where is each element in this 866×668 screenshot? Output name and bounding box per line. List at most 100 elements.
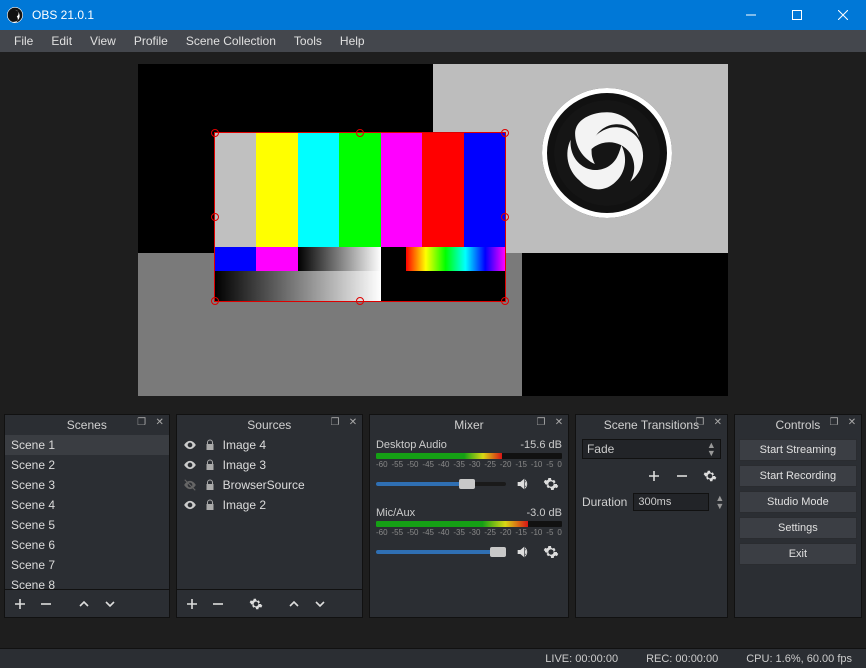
source-move-down-button[interactable]	[309, 593, 331, 615]
scene-item[interactable]: Scene 6	[5, 535, 169, 555]
mixer-channel-db: -15.6 dB	[520, 439, 562, 451]
source-remove-button[interactable]	[207, 593, 229, 615]
docks: Scenes ❐✕ Scene 1Scene 2Scene 3Scene 4Sc…	[0, 408, 866, 618]
panel-close-icon[interactable]: ✕	[845, 417, 859, 428]
mixer-mute-button[interactable]	[512, 473, 534, 495]
menu-tools[interactable]: Tools	[286, 32, 330, 50]
visibility-toggle-icon[interactable]	[183, 478, 197, 492]
studio-mode-button[interactable]: Studio Mode	[739, 491, 857, 513]
exit-button[interactable]: Exit	[739, 543, 857, 565]
start-recording-button[interactable]: Start Recording	[739, 465, 857, 487]
transition-remove-button[interactable]	[671, 465, 693, 487]
scene-item[interactable]: Scene 7	[5, 555, 169, 575]
panel-popout-icon[interactable]: ❐	[693, 417, 707, 428]
window-minimize-button[interactable]	[728, 0, 774, 30]
preview-canvas[interactable]	[138, 64, 728, 396]
selection-handle[interactable]	[501, 129, 509, 137]
mixer-settings-button[interactable]	[540, 473, 562, 495]
scenes-panel: Scenes ❐✕ Scene 1Scene 2Scene 3Scene 4Sc…	[4, 414, 170, 618]
mixer-channel-name: Desktop Audio	[376, 439, 447, 451]
panel-close-icon[interactable]: ✕	[711, 417, 725, 428]
menu-file[interactable]: File	[6, 32, 41, 50]
panel-close-icon[interactable]: ✕	[346, 417, 360, 428]
mixer-channel-db: -3.0 dB	[527, 507, 562, 519]
transitions-title: Scene Transitions	[604, 418, 699, 432]
scene-item[interactable]: Scene 2	[5, 455, 169, 475]
dropdown-icon: ▲▼	[707, 441, 716, 457]
mixer-ticks: -60-55-50-45-40-35-30-25-20-15-10-50	[376, 528, 562, 537]
status-rec: REC: 00:00:00	[646, 653, 718, 665]
transition-properties-button[interactable]	[699, 465, 721, 487]
transition-duration-input[interactable]	[633, 493, 709, 511]
sources-list[interactable]: Image 4Image 3BrowserSourceImage 2	[177, 435, 362, 589]
panel-popout-icon[interactable]: ❐	[534, 417, 548, 428]
source-item[interactable]: BrowserSource	[177, 475, 362, 495]
selection-handle[interactable]	[356, 129, 364, 137]
status-bar: LIVE: 00:00:00 REC: 00:00:00 CPU: 1.6%, …	[0, 648, 866, 668]
mixer-fader[interactable]	[376, 482, 506, 486]
selection-handle[interactable]	[211, 129, 219, 137]
source-properties-button[interactable]	[245, 593, 267, 615]
mixer-mute-button[interactable]	[512, 541, 534, 563]
scene-move-down-button[interactable]	[99, 593, 121, 615]
visibility-toggle-icon[interactable]	[183, 458, 197, 472]
panel-popout-icon[interactable]: ❐	[827, 417, 841, 428]
start-streaming-button[interactable]: Start Streaming	[739, 439, 857, 461]
menu-help[interactable]: Help	[332, 32, 373, 50]
selection-handle[interactable]	[501, 213, 509, 221]
mixer-ticks: -60-55-50-45-40-35-30-25-20-15-10-50	[376, 460, 562, 469]
mixer-fader[interactable]	[376, 550, 506, 554]
panel-popout-icon[interactable]: ❐	[328, 417, 342, 428]
preview-area	[0, 52, 866, 408]
scene-add-button[interactable]	[9, 593, 31, 615]
scene-item[interactable]: Scene 1	[5, 435, 169, 455]
source-add-button[interactable]	[181, 593, 203, 615]
scenes-header: Scenes ❐✕	[5, 415, 169, 435]
lock-icon[interactable]	[203, 498, 217, 512]
visibility-toggle-icon[interactable]	[183, 498, 197, 512]
source-item[interactable]: Image 4	[177, 435, 362, 455]
lock-icon[interactable]	[203, 478, 217, 492]
window-maximize-button[interactable]	[774, 0, 820, 30]
selection-handle[interactable]	[211, 297, 219, 305]
scenes-list[interactable]: Scene 1Scene 2Scene 3Scene 4Scene 5Scene…	[5, 435, 169, 589]
panel-close-icon[interactable]: ✕	[552, 417, 566, 428]
menu-edit[interactable]: Edit	[43, 32, 80, 50]
transition-add-button[interactable]	[643, 465, 665, 487]
transition-current: Fade	[587, 442, 614, 456]
mixer-channel: Mic/Aux-3.0 dB-60-55-50-45-40-35-30-25-2…	[370, 503, 568, 571]
preview-layer-colorbars-selected[interactable]	[215, 133, 505, 301]
panel-popout-icon[interactable]: ❐	[135, 417, 149, 428]
mixer-header: Mixer ❐✕	[370, 415, 568, 435]
settings-button[interactable]: Settings	[739, 517, 857, 539]
scene-move-up-button[interactable]	[73, 593, 95, 615]
scene-item[interactable]: Scene 5	[5, 515, 169, 535]
selection-handle[interactable]	[211, 213, 219, 221]
lock-icon[interactable]	[203, 438, 217, 452]
scene-item[interactable]: Scene 4	[5, 495, 169, 515]
transition-duration-label: Duration	[582, 495, 627, 509]
menu-profile[interactable]: Profile	[126, 32, 176, 50]
scene-item[interactable]: Scene 8	[5, 575, 169, 589]
transitions-body: Fade ▲▼ Duration ▲▼	[576, 435, 727, 617]
mixer-settings-button[interactable]	[540, 541, 562, 563]
sources-panel: Sources ❐ ✕ Image 4Image 3BrowserSourceIm…	[176, 414, 363, 618]
source-item[interactable]: Image 2	[177, 495, 362, 515]
selection-handle[interactable]	[501, 297, 509, 305]
panel-close-icon[interactable]: ✕	[153, 417, 167, 428]
scene-item[interactable]: Scene 3	[5, 475, 169, 495]
controls-title: Controls	[776, 418, 821, 432]
scene-remove-button[interactable]	[35, 593, 57, 615]
spinner-icon[interactable]: ▲▼	[715, 494, 724, 510]
window-close-button[interactable]	[820, 0, 866, 30]
menu-view[interactable]: View	[82, 32, 124, 50]
transition-select[interactable]: Fade ▲▼	[582, 439, 721, 459]
visibility-toggle-icon[interactable]	[183, 438, 197, 452]
selection-handle[interactable]	[356, 297, 364, 305]
source-move-up-button[interactable]	[283, 593, 305, 615]
lock-icon[interactable]	[203, 458, 217, 472]
menu-scene-collection[interactable]: Scene Collection	[178, 32, 284, 50]
sources-title: Sources	[247, 418, 291, 432]
source-item[interactable]: Image 3	[177, 455, 362, 475]
preview-layer-obs-logo	[542, 88, 672, 218]
